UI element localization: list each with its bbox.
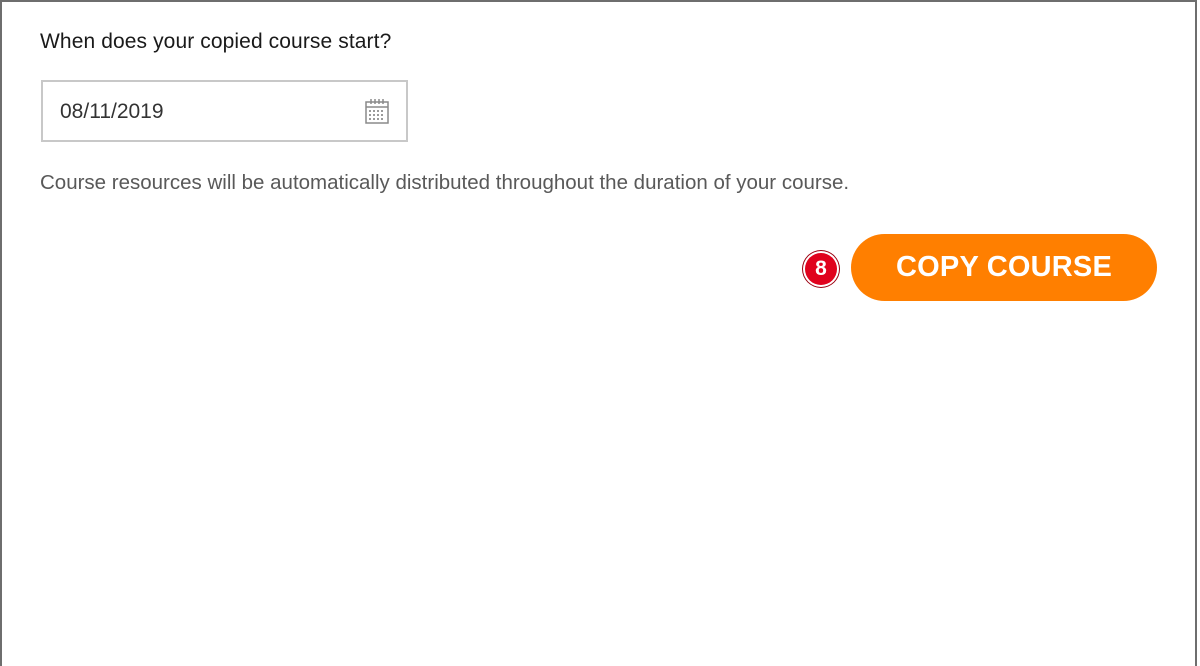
step-number-badge: 8 [805, 253, 837, 285]
start-date-question: When does your copied course start? [40, 30, 392, 53]
copy-course-button[interactable]: COPY COURSE [851, 234, 1157, 301]
start-date-value[interactable]: 08/11/2019 [60, 100, 164, 124]
calendar-icon[interactable] [365, 98, 389, 124]
copy-course-panel: When does your copied course start? 08/1… [0, 0, 1197, 666]
distribution-helper-text: Course resources will be automatically d… [40, 171, 850, 194]
start-date-field[interactable]: 08/11/2019 [41, 80, 408, 142]
